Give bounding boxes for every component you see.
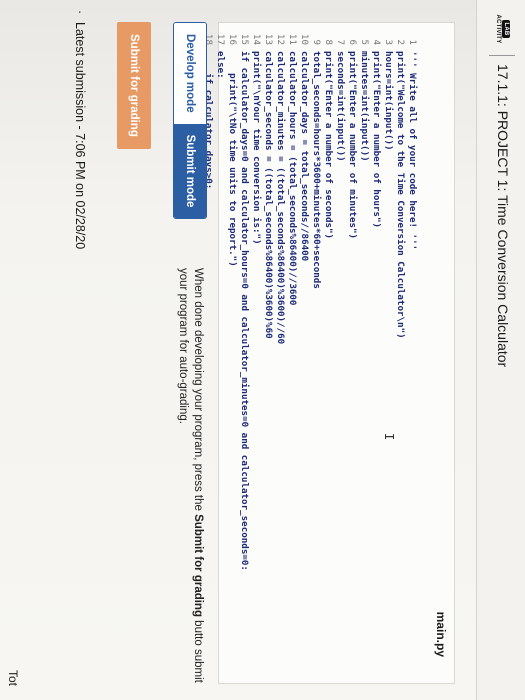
activity-label: ACTIVITY xyxy=(495,14,501,44)
code-line[interactable]: 15 if calculator_days=0 and calculator_ho… xyxy=(238,27,250,679)
lab-activity-badge: LAB ACTIVITY xyxy=(488,8,516,50)
line-number: 3 xyxy=(383,39,394,45)
code-text[interactable]: else: xyxy=(214,51,226,79)
line-number: 9 xyxy=(311,39,322,45)
bullet-icon: · xyxy=(73,10,87,15)
line-number: 4 xyxy=(371,39,382,45)
code-text[interactable]: seconds=int(input()) xyxy=(334,51,346,162)
line-number: 6 xyxy=(347,39,358,45)
code-text[interactable]: calculator_minutes = ((total_seconds%864… xyxy=(274,51,286,344)
code-text[interactable]: total_seconds=hours*3600+minutes*60+seco… xyxy=(310,51,322,289)
code-text[interactable]: minutes=int(input()) xyxy=(358,51,370,162)
code-text[interactable]: print("Welcome to the Time Conversion Ca… xyxy=(394,51,406,339)
page-title: 17.1.1: PROJECT 1: Time Conversion Calcu… xyxy=(495,64,511,368)
submit-for-grading-button[interactable]: Submit for grading xyxy=(117,22,151,149)
code-line[interactable]: 16 print("\tNo time units to report.") xyxy=(226,27,238,679)
code-line[interactable]: 14 print("\nYour time conversion is:") xyxy=(250,27,262,679)
code-area[interactable]: 1 ''' Write all of your code here! ''' 2 pr… xyxy=(202,27,418,679)
line-number: 7 xyxy=(335,39,346,45)
screen: LAB ACTIVITY 17.1.1: PROJECT 1: Time Con… xyxy=(0,0,525,700)
develop-mode-button[interactable]: Develop mode xyxy=(174,23,206,124)
line-number: 14 xyxy=(251,33,262,45)
line-number: 5 xyxy=(359,39,370,45)
code-line[interactable]: 11 calculator_hours = (total_seconds%8640… xyxy=(286,27,298,679)
instructions-bold: Submit for grading xyxy=(192,514,204,617)
code-text[interactable]: print("Enter a number of minutes") xyxy=(346,51,358,239)
line-number: 1 xyxy=(407,39,418,45)
code-text[interactable]: print("Enter a number of seconds") xyxy=(322,51,334,239)
code-line[interactable]: 4 print("Enter a number of hours") xyxy=(370,27,382,679)
text-cursor-icon: I xyxy=(382,433,396,441)
header-divider xyxy=(489,55,515,56)
code-line[interactable]: 7 seconds=int(input()) xyxy=(334,27,346,679)
activity-header: LAB ACTIVITY 17.1.1: PROJECT 1: Time Con… xyxy=(476,0,525,700)
code-text[interactable]: ''' Write all of your code here! ''' xyxy=(406,51,418,250)
code-line[interactable]: 3 hours=int(input()) xyxy=(382,27,394,679)
code-line[interactable]: 12 calculator_minutes = ((total_seconds%8… xyxy=(274,27,286,679)
submit-mode-button[interactable]: Submit mode xyxy=(174,123,206,219)
code-line[interactable]: 17 else: xyxy=(214,27,226,679)
line-number: 2 xyxy=(395,39,406,45)
line-number: 17 xyxy=(215,33,226,45)
file-tab-main-py[interactable]: main.py xyxy=(434,612,448,657)
total-score-fragment: Tot xyxy=(6,670,20,687)
line-number: 11 xyxy=(287,33,298,45)
code-line[interactable]: 8 print("Enter a number of seconds") xyxy=(322,27,334,679)
line-number: 12 xyxy=(275,33,286,45)
code-line[interactable]: 13 calculator_seconds = ((total_seconds%8… xyxy=(262,27,274,679)
code-text[interactable]: print("\nYour time conversion is:") xyxy=(250,51,262,245)
line-number: 15 xyxy=(239,33,250,45)
instructions-prefix: When done developing your program, press… xyxy=(192,268,204,515)
code-line[interactable]: 6 print("Enter a number of minutes") xyxy=(346,27,358,679)
mode-toggle: Develop mode Submit mode xyxy=(173,22,207,220)
latest-submission[interactable]: · Latest submission - 7:06 PM on 02/28/2… xyxy=(73,10,87,250)
code-text[interactable]: calculator_days = total_seconds//86400 xyxy=(298,51,310,261)
lab-label: LAB xyxy=(502,19,510,39)
code-text[interactable]: calculator_hours = (total_seconds%86400)… xyxy=(286,51,298,305)
line-number: 8 xyxy=(323,39,334,45)
code-text[interactable]: if calculator_days=0 and calculator_hour… xyxy=(238,51,250,571)
code-text[interactable]: calculator_seconds = ((total_seconds%864… xyxy=(262,51,274,339)
line-number: 16 xyxy=(227,33,238,45)
code-text[interactable]: print("\tNo time units to report.") xyxy=(226,51,238,267)
code-line[interactable]: 9 total_seconds=hours*3600+minutes*60+sec… xyxy=(310,27,322,679)
code-text[interactable]: hours=int(input()) xyxy=(382,51,394,151)
line-number: 10 xyxy=(299,33,310,45)
code-line[interactable]: 1 ''' Write all of your code here! ''' xyxy=(406,27,418,679)
code-line[interactable]: 2 print("Welcome to the Time Conversion C… xyxy=(394,27,406,679)
line-number: 13 xyxy=(263,33,274,45)
code-editor[interactable]: main.py 1 ''' Write all of your code here… xyxy=(203,22,455,684)
code-text[interactable]: print("Enter a number of hours") xyxy=(370,51,382,228)
submit-instructions: When done developing your program, press… xyxy=(175,268,205,700)
latest-submission-text: Latest submission - 7:06 PM on 02/28/20 xyxy=(73,22,87,250)
code-line[interactable]: 10 calculator_days = total_seconds//86400 xyxy=(298,27,310,679)
code-line[interactable]: 5 minutes=int(input()) xyxy=(358,27,370,679)
